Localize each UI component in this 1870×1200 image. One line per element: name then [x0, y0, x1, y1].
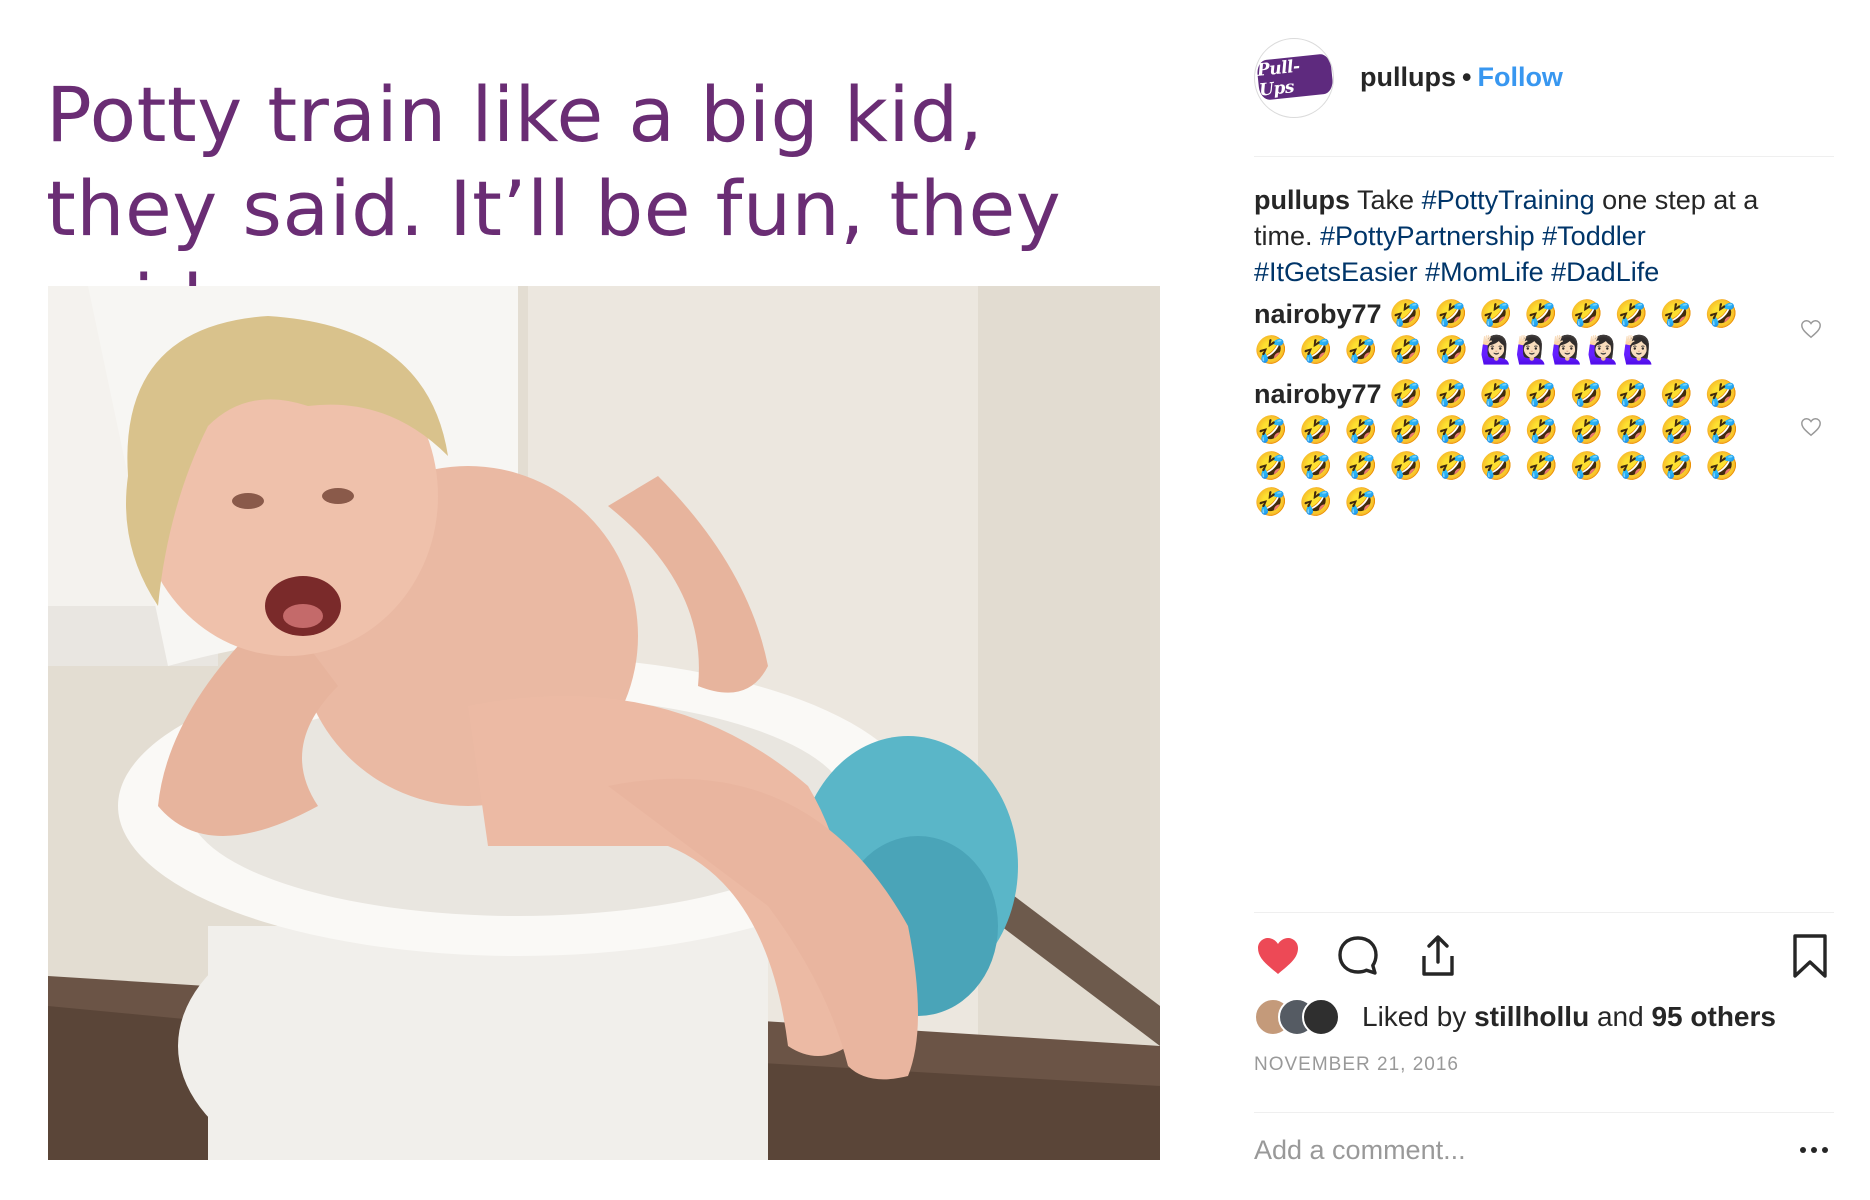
- likes-middle: and: [1589, 1001, 1652, 1032]
- more-dot: [1822, 1147, 1828, 1153]
- hashtag-itgetseasier[interactable]: #ItGetsEasier: [1254, 257, 1418, 287]
- post-photo: [48, 286, 1160, 1160]
- comment-box-divider: [1254, 1112, 1834, 1113]
- post-sidebar: Pull-Ups pullups • Follow pullups Take #Po…: [1254, 0, 1834, 1200]
- liker-avatar: [1302, 998, 1340, 1036]
- hashtag-momlife[interactable]: #MomLife: [1425, 257, 1544, 287]
- comment-username[interactable]: nairoby77: [1254, 299, 1382, 329]
- caption-text-before: Take: [1357, 185, 1422, 215]
- comment-username[interactable]: nairoby77: [1254, 379, 1382, 409]
- follow-button[interactable]: Follow: [1477, 62, 1562, 92]
- post-header: Pull-Ups pullups • Follow: [1254, 38, 1834, 118]
- comment-like-heart-icon[interactable]: [1800, 318, 1822, 340]
- comment-like-heart-icon[interactable]: [1800, 416, 1822, 438]
- action-bar: [1254, 932, 1834, 988]
- more-options-icon[interactable]: [1794, 1130, 1834, 1170]
- toddler-on-toilet-illustration: [48, 286, 1160, 1160]
- header-divider: [1254, 156, 1834, 157]
- comments-section: pullups Take #PottyTraining one step at …: [1254, 182, 1834, 902]
- logo-text: Pull-Ups: [1256, 56, 1301, 101]
- account-avatar[interactable]: Pull-Ups: [1254, 38, 1334, 118]
- comment-body: nairoby77 🤣 🤣 🤣 🤣 🤣 🤣 🤣 🤣 🤣 🤣 🤣 🤣 🤣 🤣 🤣 …: [1254, 376, 1754, 520]
- comment-bubble-icon[interactable]: [1334, 932, 1382, 980]
- actions-divider: [1254, 912, 1834, 913]
- hashtag-dadlife[interactable]: #DadLife: [1551, 257, 1659, 287]
- likes-prefix: Liked by: [1362, 1001, 1475, 1032]
- liker-avatars[interactable]: [1254, 998, 1342, 1038]
- post-caption: pullups Take #PottyTraining one step at …: [1254, 182, 1814, 290]
- add-comment-input[interactable]: Add a comment...: [1254, 1130, 1674, 1170]
- likes-row: Liked by stillhollu and 95 others: [1254, 996, 1834, 1038]
- post-date[interactable]: NOVEMBER 21, 2016: [1254, 1054, 1459, 1076]
- more-dot: [1800, 1147, 1806, 1153]
- comment-item: nairoby77 🤣 🤣 🤣 🤣 🤣 🤣 🤣 🤣 🤣 🤣 🤣 🤣 🤣 🤣 🤣 …: [1254, 376, 1834, 520]
- bookmark-icon[interactable]: [1786, 932, 1834, 980]
- likes-others-link[interactable]: 95 others: [1651, 1001, 1776, 1032]
- header-username[interactable]: pullups: [1360, 62, 1456, 92]
- header-username-row: pullups • Follow: [1360, 58, 1563, 96]
- pullups-logo: Pull-Ups: [1256, 53, 1333, 101]
- hashtag-pottypartnership[interactable]: #PottyPartnership: [1320, 221, 1535, 251]
- share-upload-icon[interactable]: [1414, 932, 1462, 980]
- separator-dot: •: [1462, 62, 1472, 92]
- likes-summary: Liked by stillhollu and 95 others: [1362, 996, 1776, 1038]
- post-media[interactable]: Potty train like a big kid, they said. I…: [0, 0, 1200, 1200]
- more-dot: [1811, 1147, 1817, 1153]
- comment-body: nairoby77 🤣 🤣 🤣 🤣 🤣 🤣 🤣 🤣 🤣 🤣 🤣 🤣 🤣 🙋🏻‍♀…: [1254, 296, 1754, 368]
- caption-username[interactable]: pullups: [1254, 185, 1350, 215]
- heart-filled-icon[interactable]: [1254, 932, 1302, 980]
- instagram-post: Potty train like a big kid, they said. I…: [0, 0, 1870, 1200]
- hashtag-pottytraining[interactable]: #PottyTraining: [1422, 185, 1595, 215]
- comment-item: nairoby77 🤣 🤣 🤣 🤣 🤣 🤣 🤣 🤣 🤣 🤣 🤣 🤣 🤣 🙋🏻‍♀…: [1254, 296, 1834, 368]
- hashtag-toddler[interactable]: #Toddler: [1542, 221, 1646, 251]
- liked-by-user-link[interactable]: stillhollu: [1474, 1001, 1589, 1032]
